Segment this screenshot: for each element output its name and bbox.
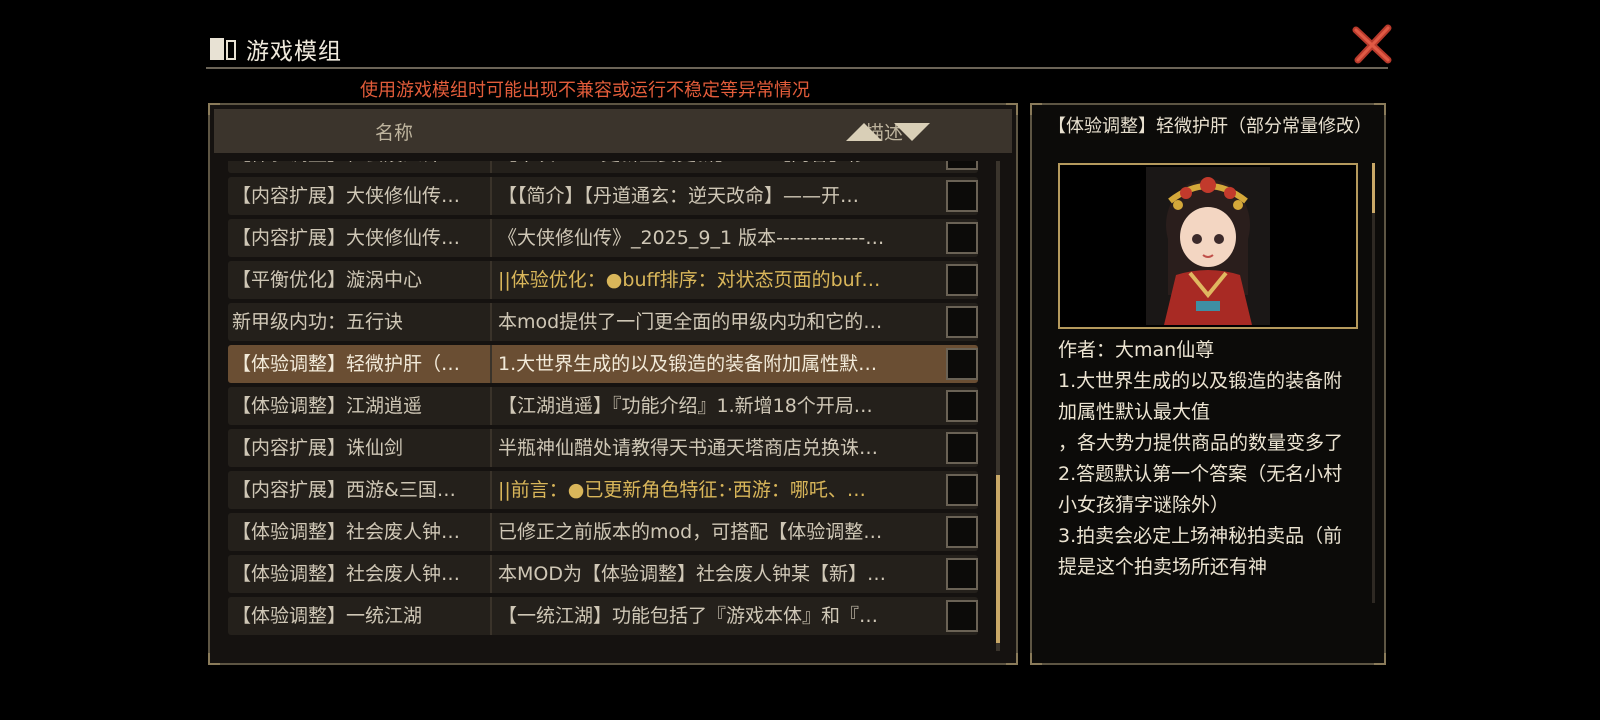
mod-description: 【【简介】【丹道通玄：逆天改命】——开… [498, 185, 860, 207]
list-scrollbar-thumb[interactable] [996, 475, 1000, 643]
mod-name: 新甲级内功：五行诀 [232, 311, 404, 333]
mod-description: 【本次MOD更新主要更新】……【内容】修正 [498, 161, 928, 173]
mod-detail-panel: 【体验调整】轻微护肝（部分常量修改） 作者：大man仙尊 1.大世界生成的以及锻… [1030, 103, 1386, 665]
enable-checkbox[interactable] [946, 180, 978, 212]
mod-list-panel: 名称 描述 启用 【体验调整】社会废人钟… 【本次MOD更新主要更新】……【内容… [208, 103, 1133, 665]
table-row[interactable]: 新甲级内功：五行诀 本mod提供了一门更全面的甲级内功和它的… [228, 303, 978, 341]
mod-name: 【体验调整】社会废人钟… [228, 161, 486, 173]
mod-name: 【体验调整】轻微护肝（… [232, 353, 461, 375]
mod-name: 【内容扩展】大侠修仙传… [232, 185, 461, 207]
mod-name: 【平衡优化】漩涡中心 [232, 269, 423, 291]
enable-checkbox[interactable] [946, 348, 978, 380]
mod-description: 【江湖逍遥】『功能介绍』1.新增18个开局… [498, 395, 873, 417]
detail-line: 1.大世界生成的以及锻造的装备附加属性默认最大值 [1058, 370, 1343, 423]
table-row-selected[interactable]: 【体验调整】轻微护肝（… 1.大世界生成的以及锻造的装备附加属性默… [228, 345, 978, 383]
table-row[interactable]: 【体验调整】一统江湖 【一统江湖】功能包括了『游戏本体』和『… [228, 597, 978, 635]
mod-description: 本mod提供了一门更全面的甲级内功和它的… [498, 311, 883, 333]
enable-checkbox[interactable] [946, 306, 978, 338]
table-row[interactable]: 【体验调整】社会废人钟… 本MOD为【体验调整】社会废人钟某【新】… [228, 555, 978, 593]
detail-scrollbar-thumb[interactable] [1372, 163, 1375, 213]
detail-description: 作者：大man仙尊 1.大世界生成的以及锻造的装备附加属性默认最大值 ，各大势力… [1058, 335, 1358, 603]
enable-checkbox[interactable] [946, 390, 978, 422]
window-title: 游戏模组 [246, 39, 342, 65]
mod-name: 【内容扩展】西游&三国… [232, 479, 456, 501]
title-divider [206, 67, 1388, 69]
enable-checkbox[interactable] [946, 558, 978, 590]
mod-name: 【体验调整】一统江湖 [232, 605, 423, 627]
enable-checkbox[interactable] [946, 264, 978, 296]
mod-preview-image [1058, 163, 1358, 329]
detail-scrollbar[interactable] [1372, 163, 1375, 603]
mod-name: 【内容扩展】大侠修仙传… [232, 227, 461, 249]
sort-up-icon[interactable] [846, 123, 882, 141]
mod-description: ||前言：●已更新角色特征：·西游：哪吒、… [498, 479, 866, 501]
enable-checkbox[interactable] [946, 161, 978, 170]
mod-name: 【体验调整】社会废人钟… [232, 563, 461, 585]
mod-description: 半瓶神仙醋处请教得天书通天塔商店兑换诛… [498, 437, 879, 459]
table-row[interactable]: 【内容扩展】大侠修仙传… 《大侠修仙传》_2025_9_1 版本--------… [228, 219, 978, 257]
table-row[interactable]: 【平衡优化】漩涡中心 ||体验优化：●buff排序：对状态页面的buf… [228, 261, 978, 299]
detail-line: ，各大势力提供商品的数量变多了 [1058, 432, 1344, 454]
enable-checkbox[interactable] [946, 600, 978, 632]
mod-name: 【体验调整】社会废人钟… [232, 521, 461, 543]
list-header: 名称 描述 启用 [214, 108, 1133, 157]
mod-name: 【体验调整】江湖逍遥 [232, 395, 423, 417]
table-row[interactable]: 【内容扩展】西游&三国… ||前言：●已更新角色特征：·西游：哪吒、… [228, 471, 978, 509]
detail-line: 2.答题默认第一个答案（无名小村小女孩猜字谜除外） [1058, 463, 1343, 516]
column-name-header[interactable]: 名称 [334, 118, 454, 145]
close-icon[interactable] [1350, 22, 1394, 66]
mod-description: 1.大世界生成的以及锻造的装备附加属性默… [498, 353, 878, 375]
enable-checkbox[interactable] [946, 222, 978, 254]
table-row[interactable]: 【体验调整】社会废人钟… 已修正之前版本的mod，可搭配【体验调整… [228, 513, 978, 551]
detail-line: 3.拍卖会必定上场神秘拍卖品（前提是这个拍卖场所还有神 [1058, 525, 1343, 578]
detail-title: 【体验调整】轻微护肝（部分常量修改） [1048, 116, 1372, 137]
mod-description: 《大侠修仙传》_2025_9_1 版本-------------… [498, 227, 885, 249]
sort-down-icon[interactable] [894, 123, 930, 141]
mod-description: ||体验优化：●buff排序：对状态页面的buf… [498, 269, 881, 291]
mod-description: 本MOD为【体验调整】社会废人钟某【新】… [498, 563, 886, 585]
enable-checkbox[interactable] [946, 474, 978, 506]
window-title-bar: 游戏模组 [210, 30, 342, 68]
table-row[interactable]: 【内容扩展】诛仙剑 半瓶神仙醋处请教得天书通天塔商店兑换诛… [228, 429, 978, 467]
mod-name: 【内容扩展】诛仙剑 [232, 437, 404, 459]
warning-text: 使用游戏模组时可能出现不兼容或运行不稳定等异常情况 [360, 80, 810, 101]
table-row[interactable]: 【内容扩展】大侠修仙传… 【【简介】【丹道通玄：逆天改命】——开… [228, 177, 978, 215]
mod-description: 已修正之前版本的mod，可搭配【体验调整… [498, 521, 883, 543]
mod-icon [210, 36, 238, 62]
mod-description: 【一统江湖】功能包括了『游戏本体』和『… [498, 605, 879, 627]
table-row[interactable]: 【体验调整】江湖逍遥 【江湖逍遥】『功能介绍』1.新增18个开局… [228, 387, 978, 425]
table-row[interactable]: 【体验调整】社会废人钟… 【本次MOD更新主要更新】……【内容】修正 [228, 161, 978, 173]
mod-list[interactable]: 【体验调整】社会废人钟… 【本次MOD更新主要更新】……【内容】修正 【内容扩展… [228, 161, 978, 651]
enable-checkbox[interactable] [946, 432, 978, 464]
detail-author: 作者：大man仙尊 [1058, 339, 1215, 361]
enable-checkbox[interactable] [946, 516, 978, 548]
